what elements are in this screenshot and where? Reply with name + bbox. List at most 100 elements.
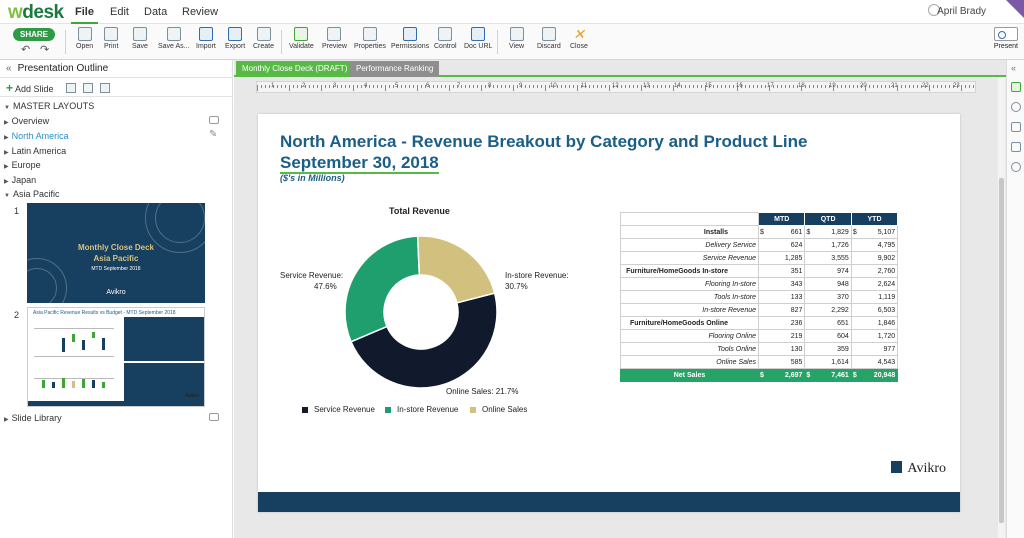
save-status-icon[interactable] — [1011, 82, 1021, 92]
history-icon[interactable] — [1011, 102, 1021, 112]
value-cell[interactable]: 1,846 — [857, 316, 899, 330]
header-mtd[interactable]: MTD — [757, 212, 806, 226]
donut-slice-online-sales[interactable] — [416, 235, 496, 304]
menu-file[interactable]: File — [71, 6, 98, 24]
value-cell[interactable]: 370 — [811, 290, 852, 304]
pages-icon[interactable] — [1011, 122, 1021, 132]
value-cell[interactable]: 2,697 — [764, 368, 806, 382]
notification-corner-icon[interactable] — [1006, 0, 1024, 18]
comment-icon[interactable] — [209, 413, 219, 421]
tree-item-latin-america[interactable]: Latin America — [4, 146, 67, 156]
doc-url-button[interactable]: Doc URL — [464, 27, 492, 50]
redo-icon[interactable]: ↷ — [40, 43, 49, 56]
donut-chart[interactable] — [343, 234, 499, 390]
value-cell[interactable]: 1,119 — [857, 290, 899, 304]
menu-edit[interactable]: Edit — [110, 6, 129, 18]
value-cell[interactable]: 20,948 — [857, 368, 899, 382]
value-cell[interactable]: 585 — [764, 355, 806, 369]
save-button[interactable]: Save — [132, 27, 148, 50]
control-button[interactable]: Control — [434, 27, 457, 50]
revenue-table[interactable]: MTD QTD YTD Installs $661 $1,829 $5,107 Deli… — [620, 212, 899, 382]
value-cell[interactable]: 219 — [764, 329, 806, 343]
permissions-button[interactable]: Permissions — [391, 27, 429, 50]
value-cell[interactable]: 7,461 — [811, 368, 852, 382]
export-button[interactable]: Export — [225, 27, 245, 50]
copy-slide-icon[interactable] — [66, 83, 76, 93]
value-cell[interactable]: 1,285 — [764, 251, 806, 265]
value-cell[interactable]: 130 — [764, 342, 806, 356]
comment-icon[interactable] — [209, 116, 219, 124]
save-as-button[interactable]: Save As... — [158, 27, 190, 50]
value-cell[interactable]: 974 — [811, 264, 852, 278]
validate-button[interactable]: Validate — [289, 27, 314, 50]
value-cell[interactable]: 4,795 — [857, 238, 899, 252]
row-label[interactable]: Tools In-store — [620, 290, 759, 304]
tree-item-japan[interactable]: Japan — [4, 175, 37, 185]
slide-date[interactable]: September 30, 2018 — [280, 153, 439, 174]
tree-slide-library[interactable]: Slide Library — [4, 413, 62, 423]
tab-performance-ranking[interactable]: Performance Ranking — [350, 61, 440, 77]
value-cell[interactable]: 977 — [857, 342, 899, 356]
value-cell[interactable]: 1,829 — [811, 225, 852, 239]
slide-subtitle[interactable]: ($'s in Millions) — [280, 173, 345, 183]
value-cell[interactable]: 2,760 — [857, 264, 899, 278]
header-ytd[interactable]: YTD — [850, 212, 899, 226]
tree-item-overview[interactable]: Overview — [4, 116, 50, 126]
value-cell[interactable]: 3,555 — [811, 251, 852, 265]
link-icon[interactable] — [1011, 142, 1021, 152]
row-label[interactable]: Furniture/HomeGoods Online — [620, 316, 759, 330]
value-cell[interactable]: 651 — [811, 316, 852, 330]
view-button[interactable]: View — [509, 27, 524, 50]
value-cell[interactable]: 948 — [811, 277, 852, 291]
preview-button[interactable]: Preview — [322, 27, 347, 50]
import-button[interactable]: Import — [196, 27, 216, 50]
open-button[interactable]: Open — [76, 27, 93, 50]
value-cell[interactable]: 604 — [811, 329, 852, 343]
row-label[interactable]: In-store Revenue — [620, 303, 759, 317]
slide-thumbnail-2[interactable]: Asia Pacific Revenue Results vs Budget -… — [27, 307, 205, 407]
move-slide-icon[interactable] — [83, 83, 93, 93]
value-cell[interactable]: 6,503 — [857, 303, 899, 317]
tree-item-asia-pacific[interactable]: Asia Pacific — [4, 189, 60, 199]
close-button[interactable]: ✕ Close — [570, 27, 588, 50]
value-cell[interactable]: 236 — [764, 316, 806, 330]
value-cell[interactable]: 1,614 — [811, 355, 852, 369]
tab-monthly-close-deck[interactable]: Monthly Close Deck (DRAFT) — [236, 61, 354, 77]
scrollbar-thumb[interactable] — [999, 178, 1004, 523]
row-label[interactable]: Delivery Service — [620, 238, 759, 252]
value-cell[interactable]: 351 — [764, 264, 806, 278]
row-label[interactable]: Flooring Online — [620, 329, 759, 343]
menu-review[interactable]: Review — [182, 6, 218, 18]
tree-item-north-america[interactable]: North America — [4, 131, 69, 141]
row-label[interactable]: Flooring In-store — [620, 277, 759, 291]
user-name[interactable]: April Brady — [937, 6, 986, 17]
value-cell[interactable]: 4,543 — [857, 355, 899, 369]
value-cell[interactable]: 1,720 — [857, 329, 899, 343]
collapse-panel-icon[interactable]: « — [6, 63, 12, 74]
menu-data[interactable]: Data — [144, 6, 167, 18]
expand-rail-icon[interactable]: « — [1011, 63, 1016, 73]
donut-slice-in-store-revenue[interactable] — [344, 235, 421, 343]
row-label[interactable]: Online Sales — [620, 355, 759, 369]
value-cell[interactable]: 2,292 — [811, 303, 852, 317]
check-circle-icon[interactable] — [1011, 162, 1021, 172]
add-slide-button[interactable]: Add Slide — [6, 79, 54, 98]
row-label[interactable]: Net Sales — [620, 368, 759, 382]
value-cell[interactable]: 661 — [764, 225, 806, 239]
row-label[interactable]: Service Revenue — [620, 251, 759, 265]
horizontal-ruler[interactable]: 1 2 3 4 5 6 7 8 9 10 11 12 13 14 15 16 17 18 19 20 21 22 23 — [256, 81, 976, 93]
properties-button[interactable]: Properties — [354, 27, 386, 50]
value-cell[interactable]: 2,624 — [857, 277, 899, 291]
slide-title[interactable]: North America - Revenue Breakout by Cate… — [280, 132, 807, 152]
value-cell[interactable]: 5,107 — [857, 225, 899, 239]
tree-master-layouts[interactable]: MASTER LAYOUTS — [4, 101, 94, 111]
header-qtd[interactable]: QTD — [804, 212, 852, 226]
value-cell[interactable]: 359 — [811, 342, 852, 356]
share-button[interactable]: SHARE — [13, 28, 55, 41]
tree-item-europe[interactable]: Europe — [4, 160, 41, 170]
import-slide-icon[interactable] — [100, 83, 110, 93]
pencil-icon[interactable]: ✎ — [209, 129, 217, 140]
value-cell[interactable]: 133 — [764, 290, 806, 304]
undo-icon[interactable]: ↶ — [21, 43, 30, 56]
create-button[interactable]: Create — [253, 27, 274, 50]
